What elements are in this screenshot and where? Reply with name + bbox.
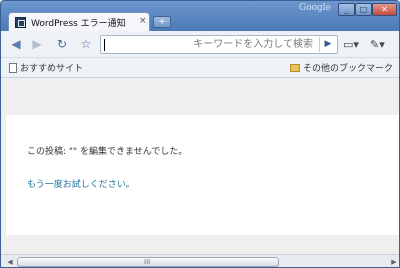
retry-link[interactable]: もう一度お試しください。	[27, 177, 135, 190]
scrollbar-thumb[interactable]: III	[17, 257, 279, 267]
new-tab-button[interactable]: +	[153, 16, 171, 28]
horizontal-scrollbar[interactable]: ◀ III ▶	[1, 254, 399, 267]
bookmark-star-icon[interactable]: ☆	[77, 35, 95, 53]
scroll-left-arrow-icon[interactable]: ◀	[5, 257, 15, 267]
scrollbar-grip-icon: III	[144, 258, 151, 266]
toolbar: ◀ ▶ ↻ ☆ ▶ ▭▾ ✎▾	[1, 31, 399, 58]
other-bookmarks[interactable]: その他のブックマーク	[290, 61, 393, 74]
google-brand-label: Google	[299, 3, 331, 13]
close-window-button[interactable]: ✕	[372, 3, 397, 16]
omnibox-input[interactable]	[101, 36, 317, 53]
error-message: この投稿: "" を編集できませんでした。	[27, 147, 188, 157]
folder-icon	[290, 64, 300, 72]
forward-button[interactable]: ▶	[29, 35, 45, 53]
tab-title: WordPress エラー通知	[31, 19, 126, 29]
page-icon	[9, 63, 17, 73]
go-button[interactable]: ▶	[319, 37, 336, 52]
page-menu-button[interactable]: ▭▾	[343, 36, 365, 53]
tab-close-icon[interactable]: ×	[139, 16, 147, 26]
scroll-right-arrow-icon[interactable]: ▶	[389, 257, 399, 267]
error-panel: この投稿: "" を編集できませんでした。 もう一度お試しください。	[6, 115, 399, 235]
bookmark-recommended-sites[interactable]: おすすめサイト	[9, 61, 83, 74]
wrench-menu-button[interactable]: ✎▾	[370, 36, 394, 53]
maximize-button[interactable]: □	[355, 3, 372, 16]
page-content: この投稿: "" を編集できませんでした。 もう一度お試しください。	[1, 78, 399, 254]
bookmark-label: おすすめサイト	[20, 64, 84, 74]
reload-button[interactable]: ↻	[53, 35, 71, 53]
minimize-button[interactable]: _	[338, 3, 355, 16]
tab-strip: Google _ □ ✕ WordPress エラー通知 × +	[1, 1, 399, 32]
wordpress-favicon-icon	[15, 17, 26, 28]
back-button[interactable]: ◀	[7, 35, 25, 53]
other-bookmarks-label: その他のブックマーク	[303, 64, 394, 74]
tab-active[interactable]: WordPress エラー通知 ×	[8, 12, 150, 32]
omnibox[interactable]: ▶	[100, 35, 338, 54]
bookmarks-bar: おすすめサイト その他のブックマーク	[1, 58, 399, 78]
browser-window: Google _ □ ✕ WordPress エラー通知 × + ◀ ▶ ↻ ☆…	[0, 0, 400, 268]
